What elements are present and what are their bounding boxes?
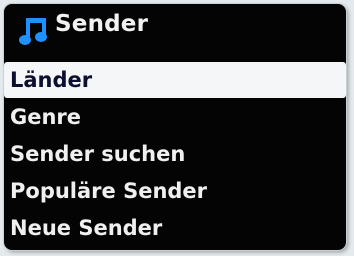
menu-item-laender[interactable]: Länder: [4, 62, 346, 98]
display-screen: Sender Länder Genre Sender suchen Populä…: [4, 4, 346, 250]
device-frame: Sender Länder Genre Sender suchen Populä…: [0, 0, 354, 256]
menu-item-sender-suchen[interactable]: Sender suchen: [4, 136, 346, 172]
menu-item-neue-sender[interactable]: Neue Sender: [4, 210, 346, 246]
page-title: Sender: [55, 11, 149, 37]
menu-item-genre[interactable]: Genre: [4, 99, 346, 135]
header-bar: Sender: [4, 4, 346, 48]
music-note-icon: [19, 18, 47, 45]
menu-item-populaere-sender[interactable]: Populäre Sender: [4, 173, 346, 209]
